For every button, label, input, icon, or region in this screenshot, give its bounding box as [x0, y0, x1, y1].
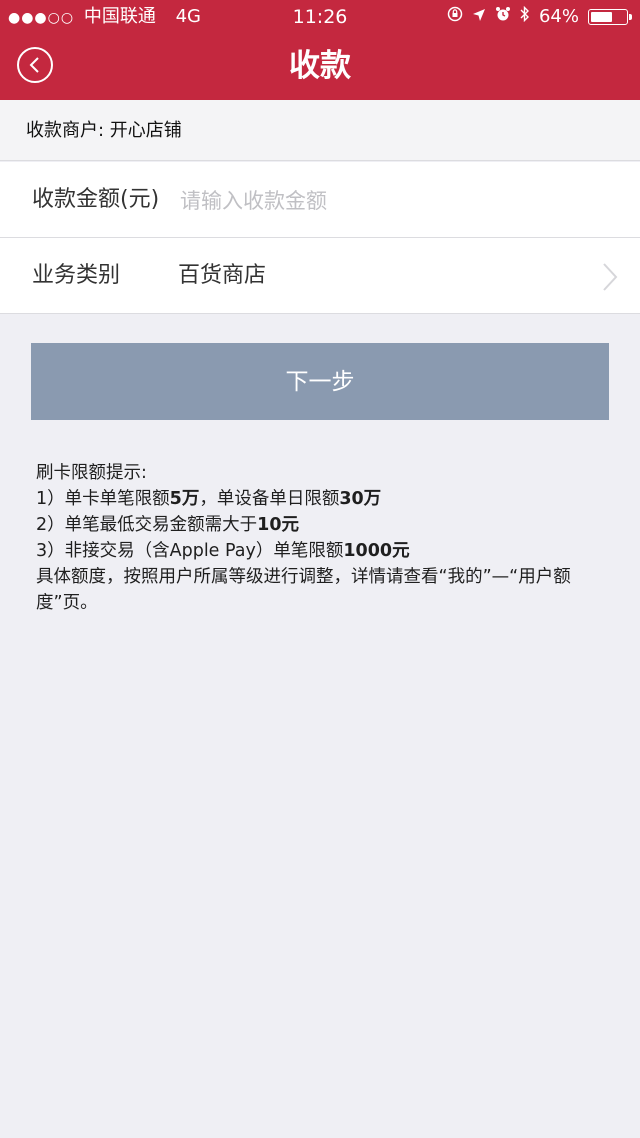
tip-line-2: 2）单笔最低交易金额需大于10元	[36, 512, 611, 538]
amount-label: 收款金额(元)	[32, 187, 160, 212]
tip-line-3: 3）非接交易（含Apple Pay）单笔限额1000元	[36, 538, 611, 564]
navigation-bar: 收款	[0, 34, 640, 100]
page-title: 收款	[289, 48, 351, 84]
battery-fill	[591, 12, 613, 22]
business-type-value: 百货商店	[178, 263, 267, 288]
orientation-lock-icon	[447, 0, 463, 34]
next-step-button[interactable]: 下一步	[31, 343, 609, 420]
bluetooth-icon	[520, 0, 530, 34]
amount-input[interactable]	[178, 180, 602, 222]
merchant-label: 收款商户: 开心店铺	[26, 120, 182, 141]
tip-line-2-text: 2）单笔最低交易金额需大于	[36, 515, 258, 535]
status-right: 64%	[447, 0, 632, 34]
tip-line-1-text: 1）单卡单笔限额	[36, 489, 170, 509]
tip-line-3-text: 3）非接交易（含Apple Pay）单笔限额	[36, 541, 344, 561]
tip-line-2-min-amount: 10元	[257, 515, 299, 535]
business-type-row[interactable]: 业务类别 百货商店	[0, 238, 640, 314]
battery-icon	[588, 9, 632, 25]
tip-line-4: 具体额度，按照用户所属等级进行调整，详情请查看“我的”—“用户额度”页。	[36, 567, 571, 613]
battery-percent: 64%	[538, 6, 579, 27]
tip-line-1-middle: ，单设备单日限额	[199, 489, 340, 509]
tip-line-1: 1）单卡单笔限额5万，单设备单日限额30万	[36, 486, 611, 512]
location-arrow-icon	[472, 0, 486, 34]
merchant-info: 收款商户: 开心店铺	[0, 100, 640, 161]
tip-line-3-contactless-limit: 1000元	[343, 541, 410, 561]
card-limit-tips: 刷卡限额提示: 1）单卡单笔限额5万，单设备单日限额30万 2）单笔最低交易金额…	[36, 460, 611, 616]
alarm-clock-icon	[495, 0, 511, 34]
tip-line-1-limit-single: 5万	[169, 489, 200, 509]
amount-row: 收款金额(元)	[0, 162, 640, 238]
top-bar: ●●●○○ 中国联通 4G 11:26 64% 收款	[0, 0, 640, 100]
status-bar: ●●●○○ 中国联通 4G 11:26 64%	[0, 0, 640, 34]
tip-line-1-limit-daily: 30万	[339, 489, 382, 509]
chevron-right-icon	[603, 263, 618, 291]
tips-title: 刷卡限额提示:	[36, 463, 147, 483]
business-type-label: 业务类别	[32, 263, 121, 288]
